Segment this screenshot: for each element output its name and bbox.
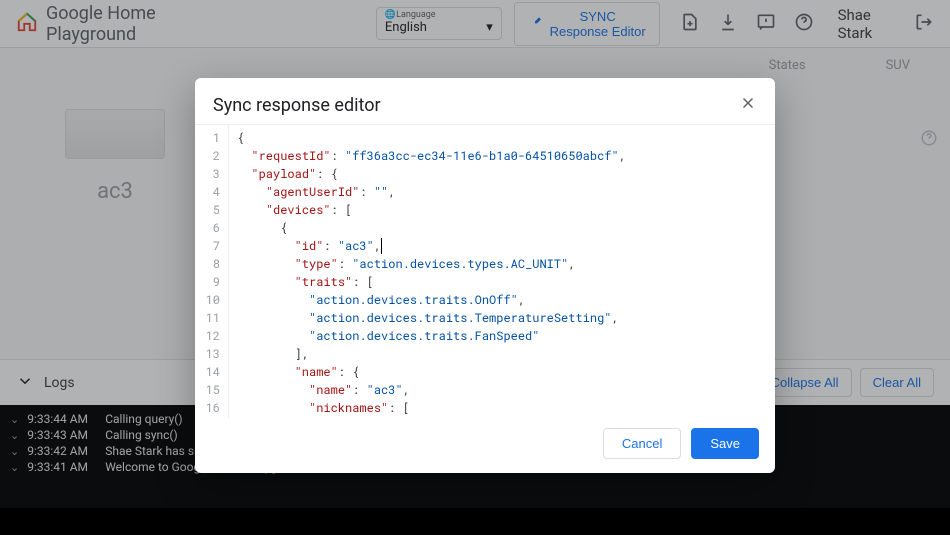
- line-gutter: 12345678910111213141516: [195, 125, 229, 418]
- close-icon[interactable]: [739, 94, 757, 116]
- modal-title: Sync response editor: [213, 95, 381, 116]
- cancel-button[interactable]: Cancel: [603, 428, 681, 459]
- code-content[interactable]: { "requestId": "ff36a3cc-ec34-11e6-b1a0-…: [229, 125, 775, 418]
- code-editor[interactable]: 12345678910111213141516 { "requestId": "…: [195, 124, 775, 418]
- save-button[interactable]: Save: [691, 428, 759, 459]
- sync-response-editor-modal: Sync response editor 1234567891011121314…: [195, 78, 775, 473]
